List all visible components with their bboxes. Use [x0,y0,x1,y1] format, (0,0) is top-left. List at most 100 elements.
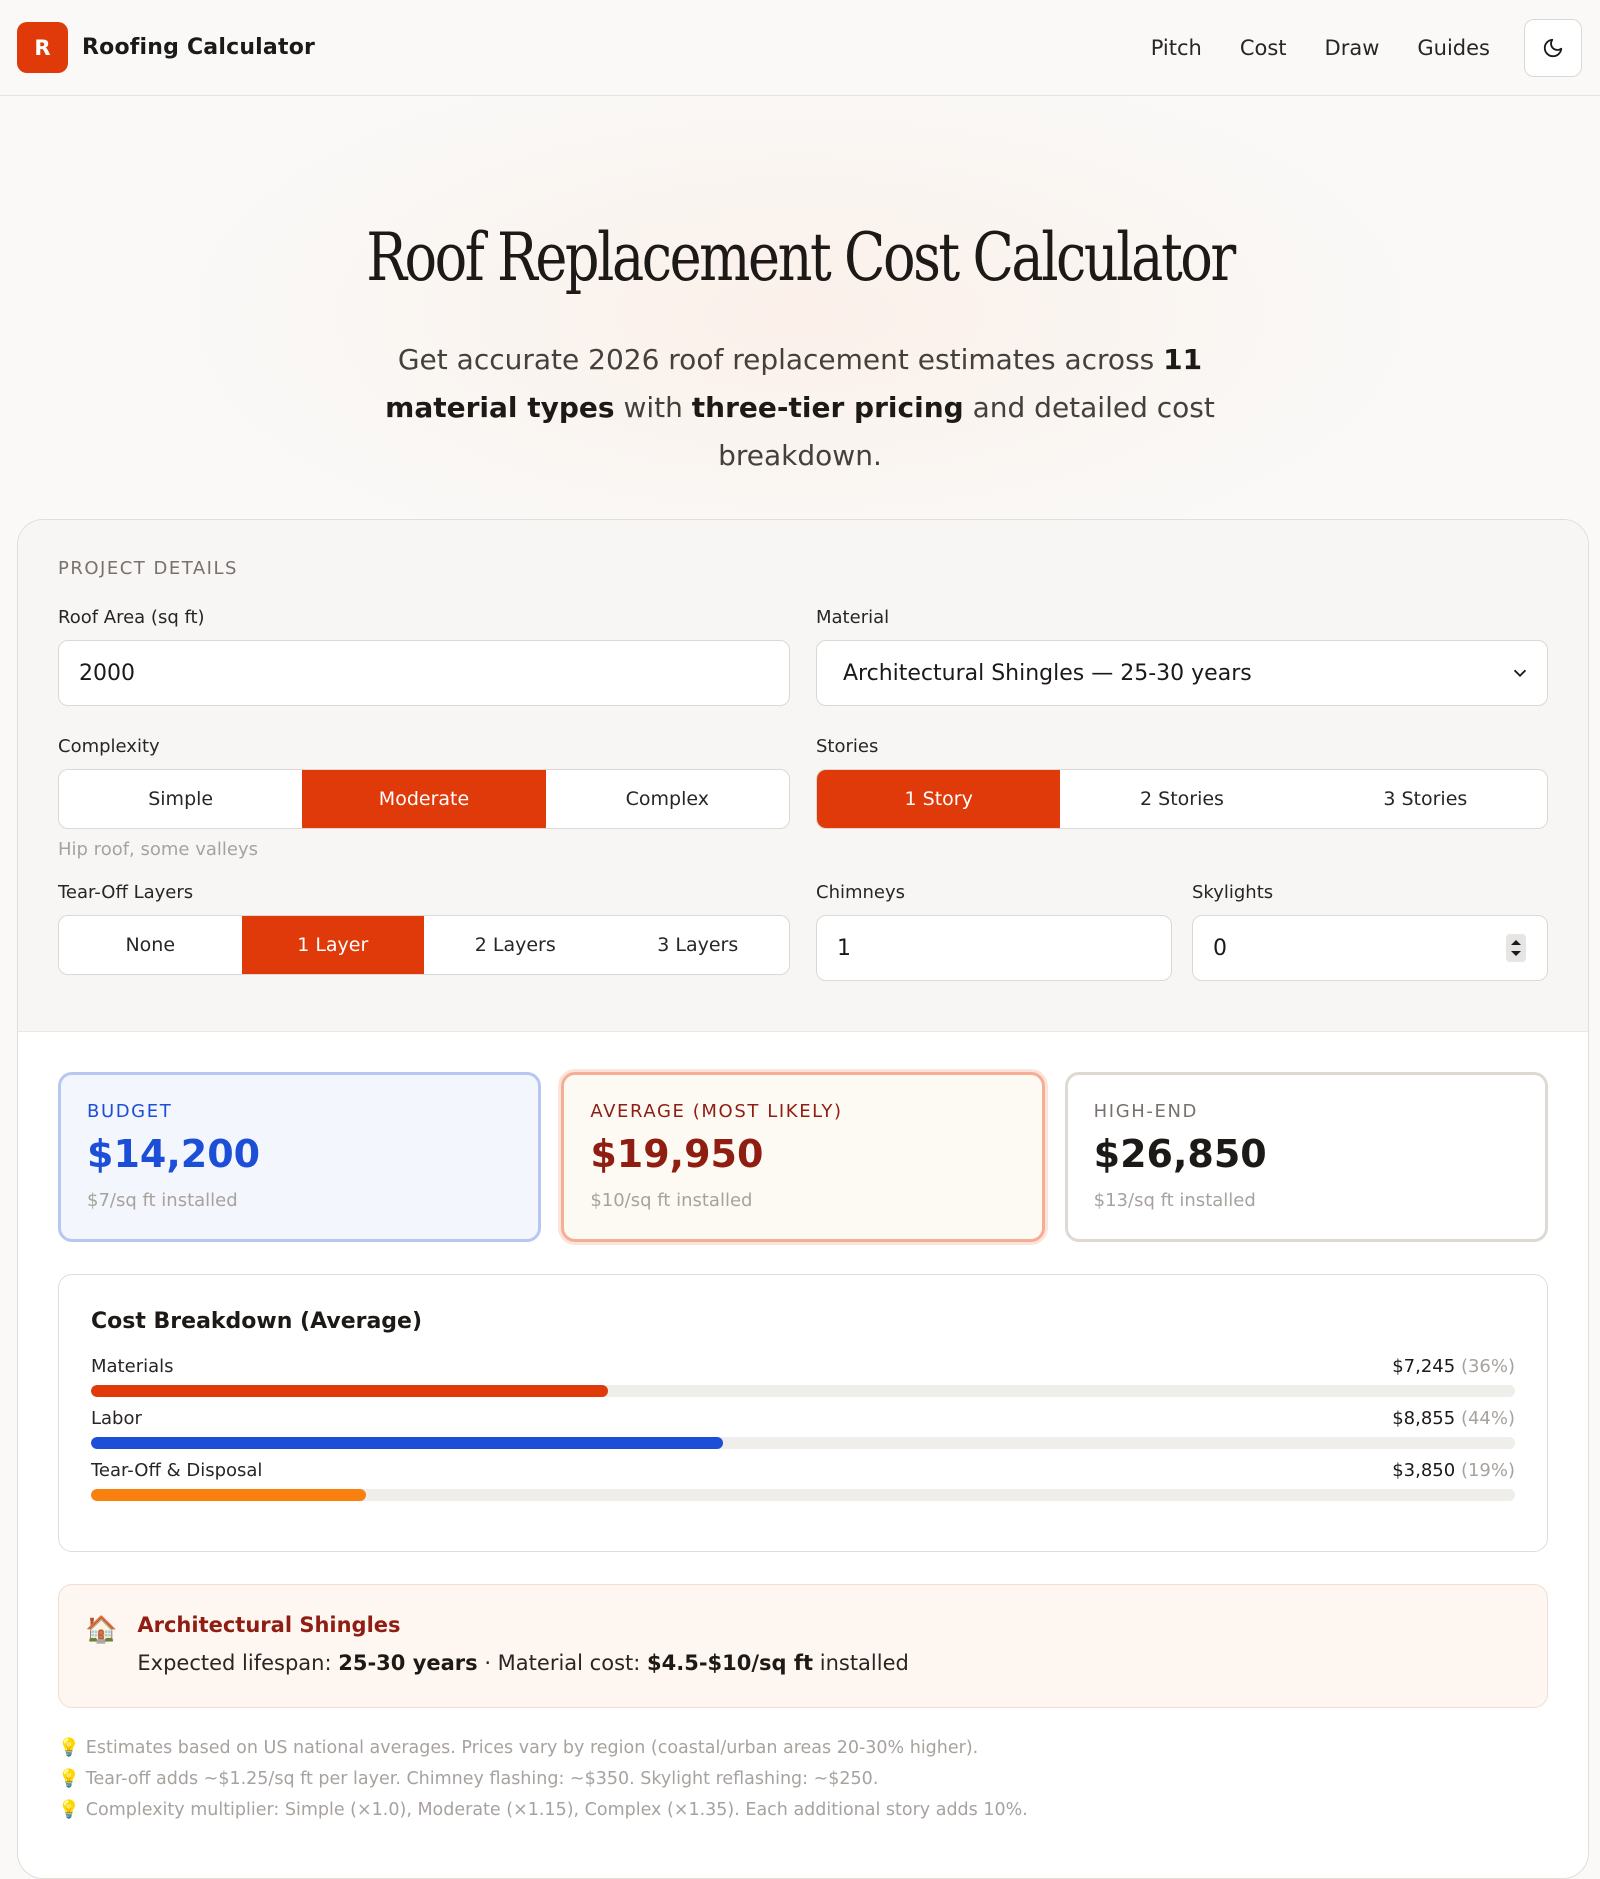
footnote-text: Complexity multiplier: Simple (×1.0), Mo… [85,1800,1028,1820]
breakdown-bar-track [91,1385,1515,1397]
stories-2[interactable]: 2 Stories [1060,770,1303,828]
lightbulb-icon: 💡 [58,1769,80,1789]
complexity-label: Complexity [58,736,160,757]
chevron-down-icon [1513,669,1527,678]
footnote: 💡 Tear-off adds ~$1.25/sq ft per layer. C… [58,1769,1548,1789]
stories-1[interactable]: 1 Story [817,770,1061,828]
hero-subtitle: Get accurate 2026 roof replacement estim… [340,336,1260,480]
footnotes: 💡 Estimates based on US national averages… [58,1738,1548,1820]
breakdown-value: $3,850 [1392,1460,1456,1481]
main-nav: Pitch Cost Draw Guides [1113,18,1582,77]
material-info-text: Expected lifespan: 25-30 years · Materia… [137,1651,908,1675]
skylights-label: Skylights [1192,882,1274,903]
material-info-title: Architectural Shingles [137,1613,401,1637]
top-navigation-bar: R Roofing Calculator Pitch Cost Draw Gui… [0,0,1600,96]
calculator-card: PROJECT DETAILS Roof Area (sq ft) 2000 M… [17,519,1589,1879]
nav-link-pitch[interactable]: Pitch [1151,36,1202,60]
breakdown-item-tearoff: Tear-Off & Disposal $3,850 (19%) [91,1460,1515,1501]
footnote-text: Estimates based on US national averages.… [85,1738,979,1758]
tearoff-2-layers[interactable]: 2 Layers [424,916,607,974]
breakdown-value: $7,245 [1392,1356,1456,1377]
material-select[interactable]: Architectural Shingles — 25-30 years [816,640,1548,706]
spinner-arrows-icon[interactable] [1505,933,1527,963]
house-icon: 🏠 [85,1615,118,1645]
breakdown-item-labor: Labor $8,855 (44%) [91,1408,1515,1449]
brand[interactable]: R Roofing Calculator [17,22,315,73]
cost-breakdown: Cost Breakdown (Average) Materials $7,245… [58,1274,1548,1552]
page-title: Roof Replacement Cost Calculator [366,219,1236,296]
tier-rate: $13/sq ft installed [1093,1190,1256,1211]
info-lifespan: 25-30 years [338,1651,478,1675]
material-label: Material [816,607,890,628]
tearoff-label: Tear-Off Layers [58,882,194,903]
stories-label: Stories [816,736,879,757]
info-cost: $4.5-$10/sq ft [647,1651,814,1675]
chimneys-input[interactable]: 1 [816,915,1172,981]
tier-price: $26,850 [1093,1132,1267,1176]
tier-average: AVERAGE (MOST LIKELY) $19,950 $10/sq ft … [561,1072,1045,1242]
tier-rate: $7/sq ft installed [87,1190,238,1211]
subtitle-bold: three-tier pricing [691,391,964,424]
pricing-tiers: BUDGET $14,200 $7/sq ft installed AVERAG… [18,1032,1588,1242]
logo: R [17,22,68,73]
skylights-value: 0 [1213,935,1227,961]
complexity-simple[interactable]: Simple [59,770,302,828]
subtitle-text: with [614,391,692,424]
tearoff-1-layer[interactable]: 1 Layer [241,916,424,974]
tearoff-selector: None 1 Layer 2 Layers 3 Layers [58,915,790,975]
lightbulb-icon: 💡 [58,1738,80,1758]
lightbulb-icon: 💡 [58,1800,80,1820]
nav-link-guides[interactable]: Guides [1417,36,1490,60]
complexity-selector: Simple Moderate Complex [58,769,790,829]
breakdown-label: Labor [91,1408,142,1429]
breakdown-title: Cost Breakdown (Average) [91,1309,423,1334]
skylights-input[interactable]: 0 [1192,915,1548,981]
breakdown-value: $8,855 [1392,1408,1456,1429]
material-info: 🏠 Architectural Shingles Expected lifesp… [58,1584,1548,1708]
chimneys-label: Chimneys [816,882,906,903]
moon-icon [1543,38,1563,57]
breakdown-bar-track [91,1437,1515,1449]
breakdown-item-materials: Materials $7,245 (36%) [91,1356,1515,1397]
info-text: · Material cost: [477,1651,647,1675]
tier-price: $19,950 [590,1132,764,1176]
breakdown-percent: (36%) [1460,1356,1515,1377]
tier-label: BUDGET [87,1101,173,1122]
roof-area-label: Roof Area (sq ft) [58,607,205,628]
subtitle-text: Get accurate 2026 roof replacement estim… [397,343,1164,376]
nav-link-draw[interactable]: Draw [1325,36,1380,60]
stories-3[interactable]: 3 Stories [1304,770,1547,828]
breakdown-bar-fill [91,1437,724,1449]
stories-selector: 1 Story 2 Stories 3 Stories [816,769,1548,829]
roof-area-input[interactable]: 2000 [58,640,790,706]
breakdown-percent: (19%) [1460,1460,1515,1481]
breakdown-bar-track [91,1489,1515,1501]
tearoff-3-layers[interactable]: 3 Layers [607,916,790,974]
footnote: 💡 Complexity multiplier: Simple (×1.0), M… [58,1800,1548,1820]
project-details: PROJECT DETAILS Roof Area (sq ft) 2000 M… [18,520,1588,1032]
info-text: installed [813,1651,909,1675]
breakdown-label: Materials [91,1356,174,1377]
nav-link-cost[interactable]: Cost [1240,36,1287,60]
complexity-hint: Hip roof, some valleys [58,839,259,860]
info-text: Expected lifespan: [137,1651,339,1675]
breakdown-label: Tear-Off & Disposal [91,1460,263,1481]
tier-label: AVERAGE (MOST LIKELY) [590,1101,843,1122]
footnote-text: Tear-off adds ~$1.25/sq ft per layer. Ch… [85,1769,879,1789]
footnote: 💡 Estimates based on US national averages… [58,1738,1548,1758]
brand-name: Roofing Calculator [82,35,316,60]
tier-rate: $10/sq ft installed [590,1190,753,1211]
tier-budget: BUDGET $14,200 $7/sq ft installed [58,1072,542,1242]
breakdown-percent: (44%) [1460,1408,1515,1429]
section-label: PROJECT DETAILS [58,558,238,579]
complexity-complex[interactable]: Complex [546,770,789,828]
tier-high-end: HIGH-END $26,850 $13/sq ft installed [1064,1072,1548,1242]
theme-toggle-button[interactable] [1524,18,1582,77]
tier-label: HIGH-END [1093,1101,1198,1122]
material-value: Architectural Shingles — 25-30 years [843,660,1252,686]
complexity-moderate[interactable]: Moderate [302,770,546,828]
tier-price: $14,200 [87,1132,261,1176]
breakdown-bar-fill [91,1489,366,1501]
tearoff-none[interactable]: None [59,916,242,974]
breakdown-bar-fill [91,1385,608,1397]
